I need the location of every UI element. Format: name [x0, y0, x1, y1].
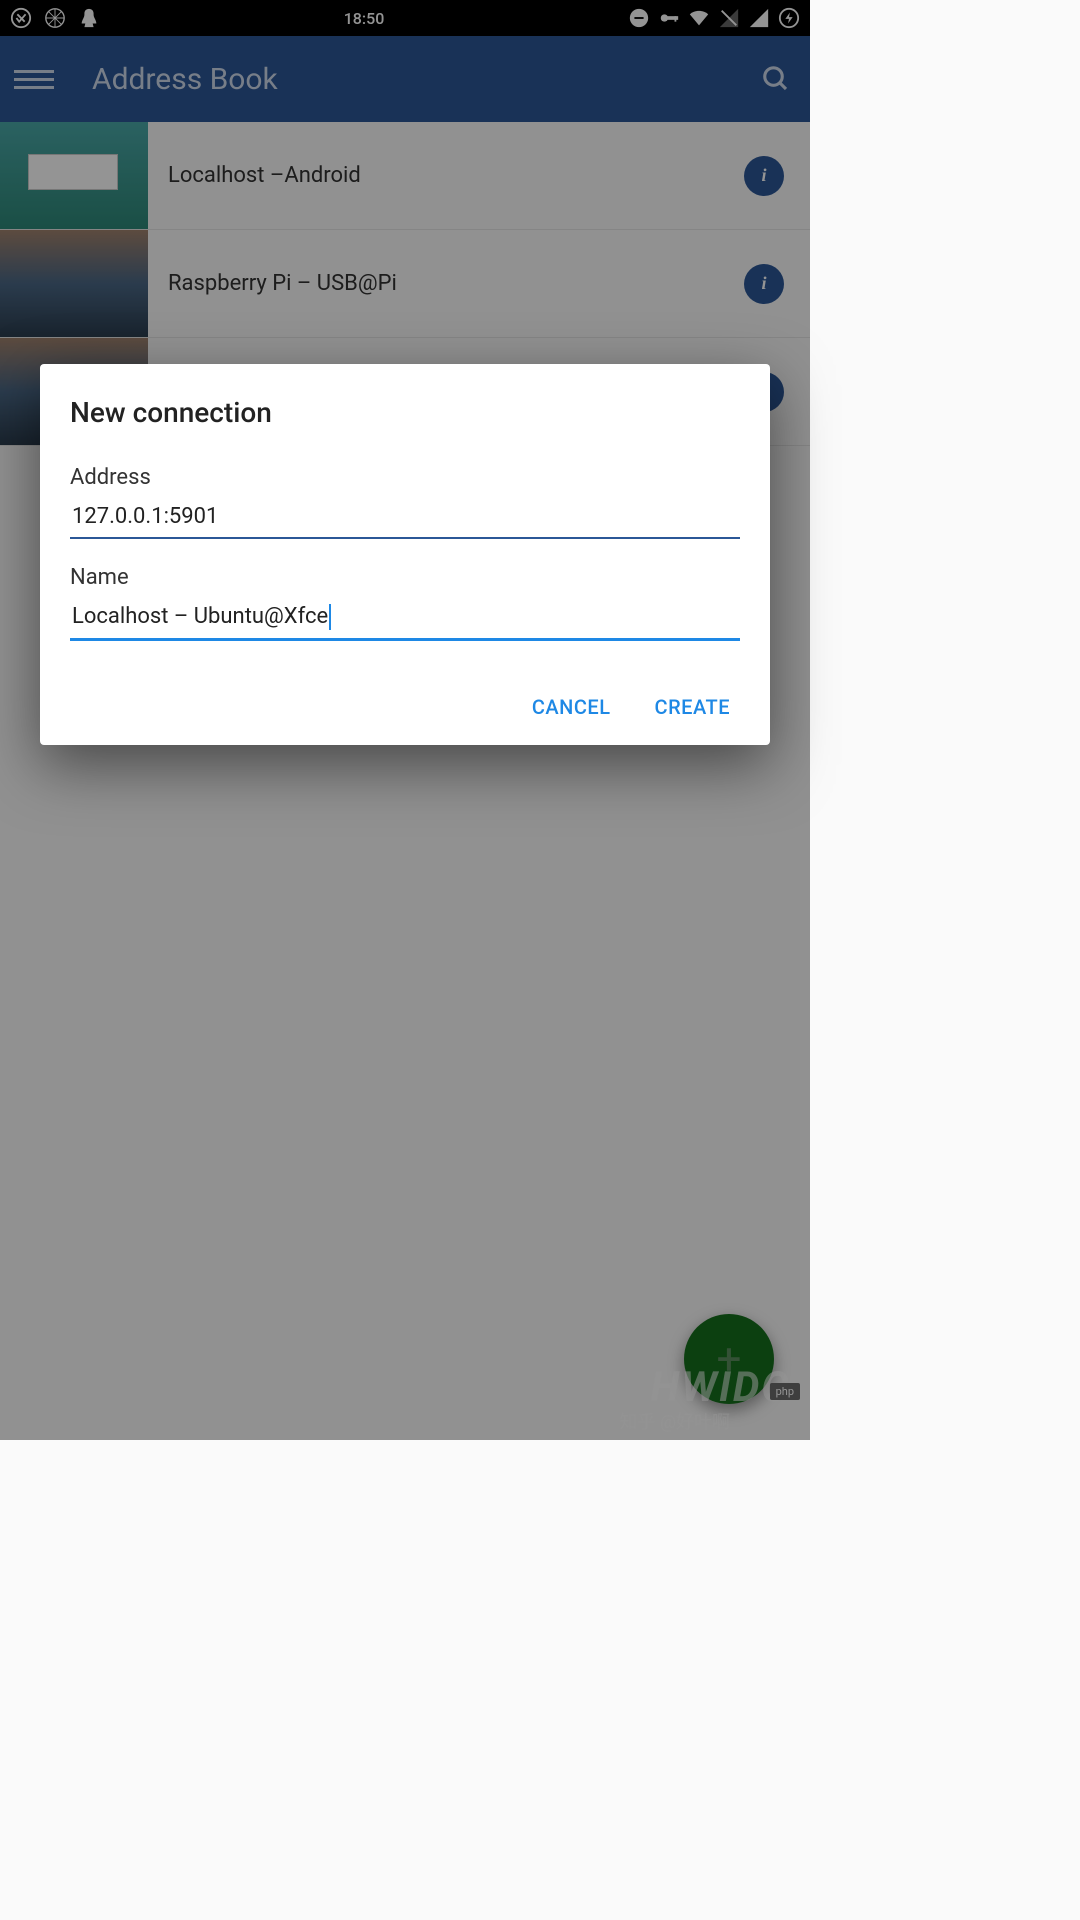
- address-input[interactable]: [70, 498, 740, 539]
- name-label: Name: [70, 565, 740, 590]
- dialog-title: New connection: [70, 396, 740, 429]
- name-input[interactable]: Localhost – Ubuntu@Xfce: [70, 598, 740, 641]
- text-cursor: [329, 604, 331, 630]
- new-connection-dialog: New connection Address Name Localhost – …: [40, 364, 770, 745]
- cancel-button[interactable]: CANCEL: [528, 687, 615, 727]
- address-label: Address: [70, 465, 740, 490]
- create-button[interactable]: CREATE: [651, 687, 734, 727]
- dialog-actions: CANCEL CREATE: [70, 687, 740, 727]
